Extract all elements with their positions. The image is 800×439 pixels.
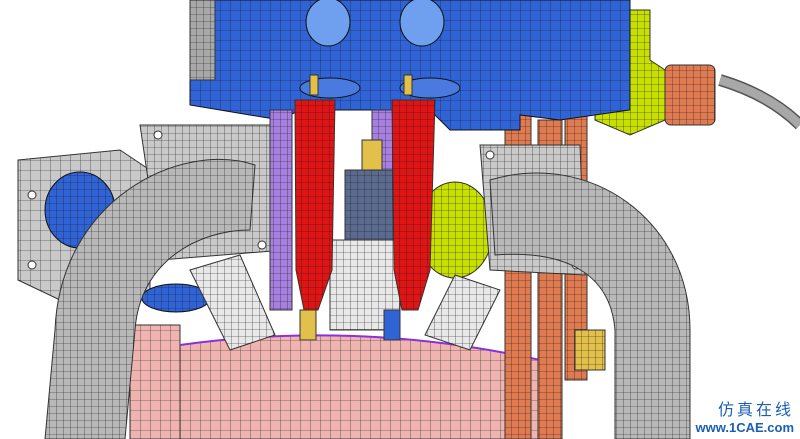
spark-plug-right bbox=[424, 274, 501, 351]
engine-mesh-render bbox=[17, 0, 800, 439]
sensor-cable bbox=[718, 74, 800, 130]
pink-piston bbox=[129, 324, 541, 439]
site-watermark: 仿真在线 www.1CAE.com bbox=[696, 396, 794, 435]
ignition-coil-left bbox=[294, 74, 336, 341]
copper-connector bbox=[664, 64, 716, 126]
watermark-url: www.1CAE.com bbox=[695, 420, 794, 435]
watermark-chinese-text: 仿真在线 bbox=[717, 400, 794, 419]
